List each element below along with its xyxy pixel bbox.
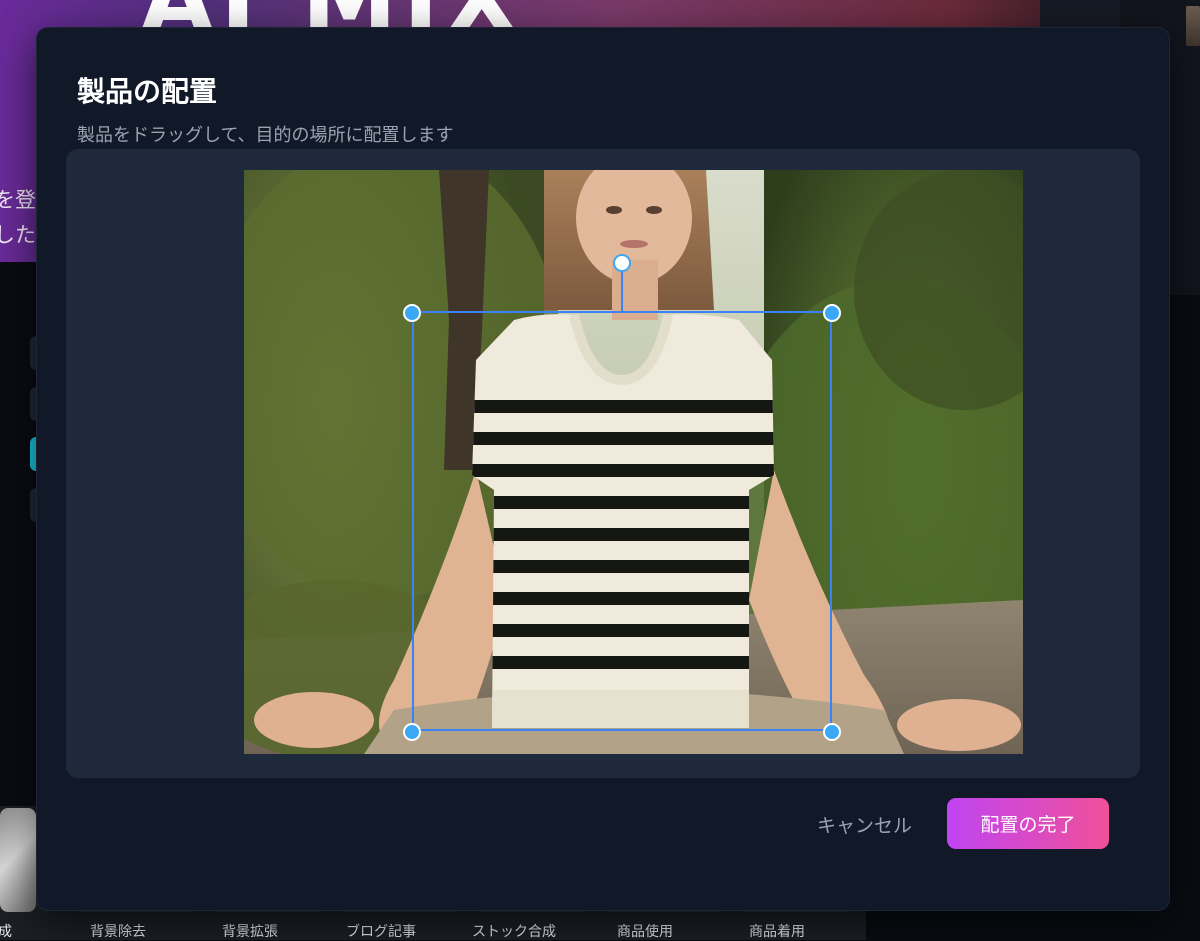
resize-handle-top-right[interactable] — [823, 304, 841, 322]
rotate-handle[interactable] — [613, 254, 631, 272]
feature-label-product-wear[interactable]: 商品着用 — [749, 921, 805, 941]
thumbnail-image[interactable] — [1186, 6, 1200, 46]
feature-label-stock[interactable]: ストック合成 — [472, 921, 556, 941]
hero-text-line-1: を登 — [0, 188, 36, 212]
dialog-title: 製品の配置 — [77, 75, 218, 108]
feature-label-blog[interactable]: ブログ記事 — [346, 921, 416, 941]
resize-handle-bottom-left[interactable] — [403, 723, 421, 741]
feature-label-generate[interactable]: 成 — [0, 921, 12, 941]
product-placement-dialog: 製品の配置 製品をドラッグして、目的の場所に配置します キャンセル 配置の完了 — [36, 27, 1170, 911]
product-selection-box[interactable] — [412, 311, 832, 731]
dialog-subtitle: 製品をドラッグして、目的の場所に配置します — [77, 125, 454, 146]
resize-handle-top-left[interactable] — [403, 304, 421, 322]
feature-label-product-use[interactable]: 商品使用 — [617, 921, 673, 941]
placement-canvas — [66, 149, 1140, 778]
resize-handle-bottom-right[interactable] — [823, 723, 841, 741]
dialog-actions: キャンセル 配置の完了 — [37, 798, 1169, 850]
hero-text-line-2: した — [0, 223, 36, 247]
cancel-button[interactable]: キャンセル — [807, 804, 922, 844]
feature-label-bg-remove[interactable]: 背景除去 — [90, 921, 146, 941]
complete-placement-button[interactable]: 配置の完了 — [947, 798, 1109, 849]
feature-thumb-generate[interactable] — [0, 808, 36, 912]
feature-label-bg-expand[interactable]: 背景拡張 — [222, 921, 278, 941]
